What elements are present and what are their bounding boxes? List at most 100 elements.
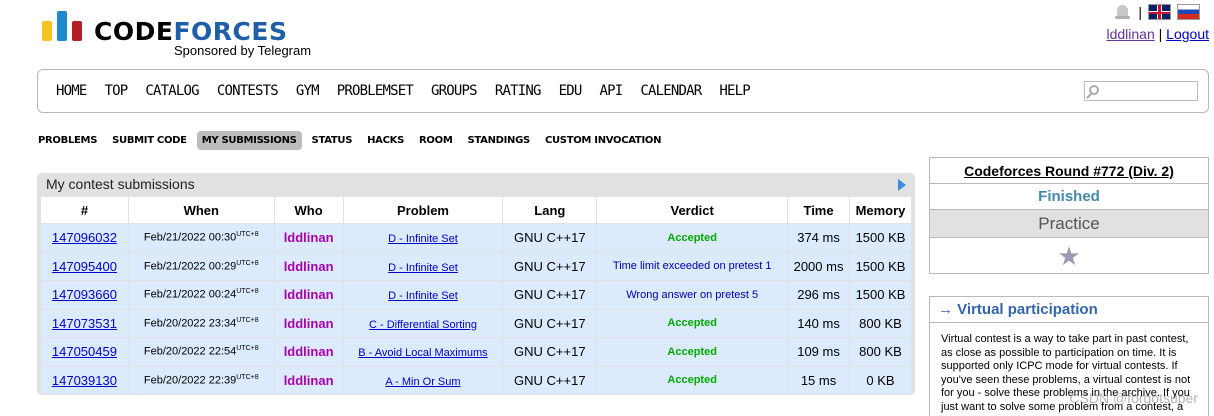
submission-when: Feb/20/2022 23:34 bbox=[143, 317, 237, 330]
menu-item-top[interactable]: TOP bbox=[105, 83, 129, 99]
menu-item-api[interactable]: API bbox=[599, 83, 623, 99]
star-icon[interactable]: ★ bbox=[930, 238, 1208, 274]
table-body: 147096032 Feb/21/2022 00:30UTC+8 lddlinan D… bbox=[40, 223, 912, 395]
verdict-accepted: Accepted bbox=[667, 374, 717, 387]
author-handle[interactable]: lddlinan bbox=[273, 337, 344, 367]
auth-links: lddlinan | Logout bbox=[1106, 26, 1209, 42]
logo-wordmark: CODEFORCES bbox=[94, 17, 288, 46]
submission-when: Feb/21/2022 00:29 bbox=[143, 260, 237, 273]
problem-link[interactable]: D - Infinite Set bbox=[388, 262, 458, 274]
table-row: 147096032 Feb/21/2022 00:30UTC+8 lddlinan D… bbox=[40, 223, 912, 253]
contest-info-box: Codeforces Round #772 (Div. 2) Finished … bbox=[929, 157, 1209, 274]
verdict-cell: Time limit exceeded on pretest 1 bbox=[596, 251, 789, 281]
author-handle[interactable]: lddlinan bbox=[273, 251, 344, 281]
practice-button[interactable]: Practice bbox=[930, 210, 1208, 238]
submissions-table: # When Who Problem Lang Verdict Time Memory 147… bbox=[40, 196, 912, 395]
submissions-panel: My contest submissions # When Who Problem La… bbox=[37, 173, 915, 395]
menu-item-edu[interactable]: EDU bbox=[559, 83, 583, 99]
problem-cell: A - Min Or Sum bbox=[342, 365, 504, 395]
submission-id-cell: 147095400 bbox=[40, 251, 129, 281]
author-handle[interactable]: lddlinan bbox=[273, 223, 344, 253]
language-cell: GNU C++17 bbox=[502, 251, 598, 281]
russian-flag-icon[interactable] bbox=[1177, 4, 1200, 20]
menu-item-problemset[interactable]: PROBLEMSET bbox=[337, 83, 414, 99]
memory-cell: 800 KB bbox=[849, 308, 912, 338]
logout-link[interactable]: Logout bbox=[1166, 26, 1209, 42]
submenu-item-custom-invocation[interactable]: CUSTOM INVOCATION bbox=[540, 131, 666, 150]
submission-id-link[interactable]: 147093660 bbox=[52, 287, 117, 302]
sponsor-text: Sponsored by Telegram bbox=[174, 43, 312, 58]
menu-item-catalog[interactable]: CATALOG bbox=[145, 83, 199, 99]
author-handle[interactable]: lddlinan bbox=[273, 280, 344, 310]
problem-link[interactable]: D - Infinite Set bbox=[388, 233, 458, 245]
logo-bar-yellow bbox=[42, 21, 52, 41]
submission-time-cell: Feb/21/2022 00:29UTC+8 bbox=[127, 251, 275, 281]
time-cell: 374 ms bbox=[787, 223, 850, 253]
language-cell: GNU C++17 bbox=[502, 308, 598, 338]
language-cell: GNU C++17 bbox=[502, 365, 598, 395]
author-handle[interactable]: lddlinan bbox=[273, 365, 344, 395]
author-handle[interactable]: lddlinan bbox=[273, 308, 344, 338]
notification-bell-icon[interactable] bbox=[1114, 3, 1132, 21]
logo-bar-blue bbox=[57, 11, 67, 41]
problem-link[interactable]: C - Differential Sorting bbox=[369, 319, 477, 331]
memory-cell: 1500 KB bbox=[849, 223, 912, 253]
memory-cell: 0 KB bbox=[849, 365, 912, 395]
column-header: Memory bbox=[849, 196, 912, 224]
language-cell: GNU C++17 bbox=[502, 223, 598, 253]
header-separator: | bbox=[1138, 4, 1142, 20]
timezone-label: UTC+8 bbox=[236, 288, 259, 296]
column-header: Who bbox=[273, 196, 344, 224]
menu-item-home[interactable]: HOME bbox=[56, 83, 87, 99]
menu-item-rating[interactable]: RATING bbox=[495, 83, 542, 99]
codeforces-logo[interactable]: CODEFORCES Sponsored by Telegram bbox=[42, 11, 322, 61]
problem-link[interactable]: D - Infinite Set bbox=[388, 290, 458, 302]
submission-id-link[interactable]: 147050459 bbox=[52, 344, 117, 359]
problem-cell: D - Infinite Set bbox=[342, 251, 504, 281]
problem-link[interactable]: B - Avoid Local Maximums bbox=[358, 347, 487, 359]
submenu-item-submit-code[interactable]: SUBMIT CODE bbox=[107, 131, 192, 150]
table-row: 147093660 Feb/21/2022 00:24UTC+8 lddlinan D… bbox=[40, 280, 912, 310]
expand-arrow-icon[interactable] bbox=[898, 179, 906, 191]
column-header: Problem bbox=[342, 196, 504, 224]
submission-id-link[interactable]: 147073531 bbox=[52, 316, 117, 331]
submission-when: Feb/20/2022 22:39 bbox=[143, 374, 237, 387]
auth-separator: | bbox=[1158, 26, 1163, 42]
timezone-label: UTC+8 bbox=[236, 345, 259, 353]
submenu-item-room[interactable]: ROOM bbox=[414, 131, 457, 150]
submenu-item-problems[interactable]: PROBLEMS bbox=[33, 131, 102, 150]
verdict-accepted: Accepted bbox=[667, 317, 717, 330]
submenu-item-standings[interactable]: STANDINGS bbox=[462, 131, 534, 150]
menu-item-contests[interactable]: CONTESTS bbox=[217, 83, 279, 99]
round-title-link[interactable]: Codeforces Round #772 (Div. 2) bbox=[964, 163, 1174, 179]
submission-id-link[interactable]: 147039130 bbox=[52, 373, 117, 388]
search-input[interactable] bbox=[1084, 81, 1198, 101]
menu-item-groups[interactable]: GROUPS bbox=[431, 83, 478, 99]
submenu-item-hacks[interactable]: HACKS bbox=[362, 131, 409, 150]
submission-time-cell: Feb/20/2022 22:54UTC+8 bbox=[127, 337, 275, 367]
verdict-cell: Accepted bbox=[596, 308, 789, 338]
submission-id-cell: 147050459 bbox=[40, 337, 129, 367]
language-cell: GNU C++17 bbox=[502, 280, 598, 310]
submission-id-link[interactable]: 147095400 bbox=[52, 259, 117, 274]
verdict-rejected: Wrong answer on pretest 5 bbox=[626, 288, 759, 301]
problem-cell: D - Infinite Set bbox=[342, 223, 504, 253]
menu-item-help[interactable]: HELP bbox=[719, 83, 750, 99]
submission-id-cell: 147093660 bbox=[40, 280, 129, 310]
verdict-cell: Accepted bbox=[596, 337, 789, 367]
language-cell: GNU C++17 bbox=[502, 337, 598, 367]
menu-item-gym[interactable]: GYM bbox=[296, 83, 320, 99]
problem-link[interactable]: A - Min Or Sum bbox=[385, 376, 460, 388]
time-cell: 296 ms bbox=[787, 280, 850, 310]
profile-link[interactable]: lddlinan bbox=[1106, 26, 1154, 42]
verdict-cell: Accepted bbox=[596, 223, 789, 253]
column-header: Lang bbox=[502, 196, 598, 224]
menu-item-calendar[interactable]: CALENDAR bbox=[640, 83, 702, 99]
submission-id-link[interactable]: 147096032 bbox=[52, 230, 117, 245]
english-flag-icon[interactable] bbox=[1148, 4, 1171, 20]
submenu-item-status[interactable]: STATUS bbox=[307, 131, 358, 150]
column-header: Verdict bbox=[596, 196, 789, 224]
verdict-cell: Accepted bbox=[596, 365, 789, 395]
table-row: 147095400 Feb/21/2022 00:29UTC+8 lddlinan D… bbox=[40, 251, 912, 281]
submenu-item-my-submissions[interactable]: MY SUBMISSIONS bbox=[196, 131, 302, 150]
